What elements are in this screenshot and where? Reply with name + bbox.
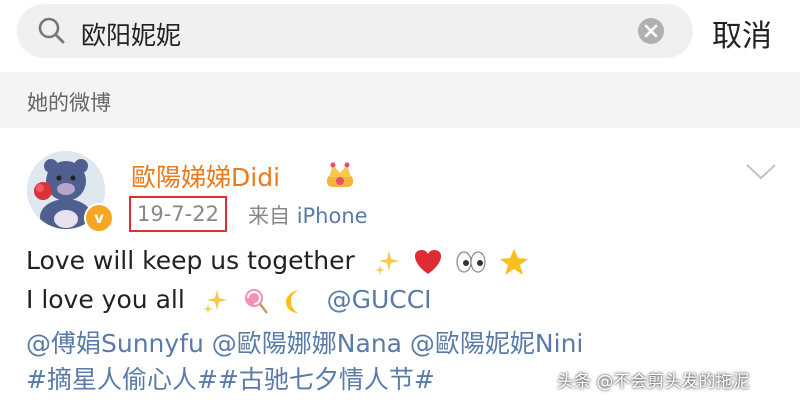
section-title: 她的微博 — [27, 91, 111, 115]
post-text: I love you all — [26, 285, 185, 314]
red-heart-icon — [414, 250, 441, 274]
search-input[interactable]: 欧阳妮妮 — [17, 4, 693, 58]
search-query: 欧阳妮妮 — [81, 21, 182, 50]
eyes-icon — [456, 251, 486, 273]
username[interactable]: 歐陽娣娣Didi — [131, 158, 280, 194]
post-source: 来自 iPhone — [248, 200, 368, 230]
post-date: 19-7-22 — [129, 196, 227, 232]
crown-icon — [327, 162, 353, 187]
source-device[interactable]: iPhone — [297, 204, 368, 228]
crescent-moon-icon — [285, 290, 299, 313]
sparkles-icon — [202, 290, 227, 314]
clear-icon[interactable] — [637, 17, 665, 45]
post-text: Love will keep us together — [26, 246, 355, 275]
search-bar: 欧阳妮妮 取消 — [0, 0, 800, 70]
mentions-line[interactable]: @傅娟Sunnyfu @歐陽娜娜Nana @歐陽妮妮Nini — [26, 324, 583, 360]
watermark: 头条 @不会剪头发的拖泥 — [557, 372, 750, 392]
mention-link[interactable]: @GUCCI — [327, 285, 432, 314]
sparkles-icon — [374, 251, 399, 275]
chevron-down-icon[interactable] — [744, 162, 778, 182]
weibo-post[interactable]: v 歐陽娣娣Didi 19-7-22 来自 iPhone Love will k… — [0, 128, 800, 400]
cancel-button[interactable]: 取消 — [712, 11, 772, 55]
post-text-line-1: Love will keep us together — [26, 246, 529, 276]
hashtags-line[interactable]: #摘星人偷心人##古驰七夕情人节# — [26, 360, 435, 396]
search-icon — [38, 17, 65, 44]
hashtag-links[interactable]: #摘星人偷心人##古驰七夕情人节# — [26, 365, 435, 394]
star-icon — [499, 249, 528, 275]
source-prefix: 来自 — [248, 204, 290, 228]
post-text-line-2: I love you all @GUCCI — [26, 285, 432, 315]
verified-badge: v — [84, 203, 114, 233]
lollipop-icon — [244, 289, 268, 314]
section-header: 她的微博 — [0, 72, 800, 128]
mention-links[interactable]: @傅娟Sunnyfu @歐陽娜娜Nana @歐陽妮妮Nini — [26, 329, 583, 358]
